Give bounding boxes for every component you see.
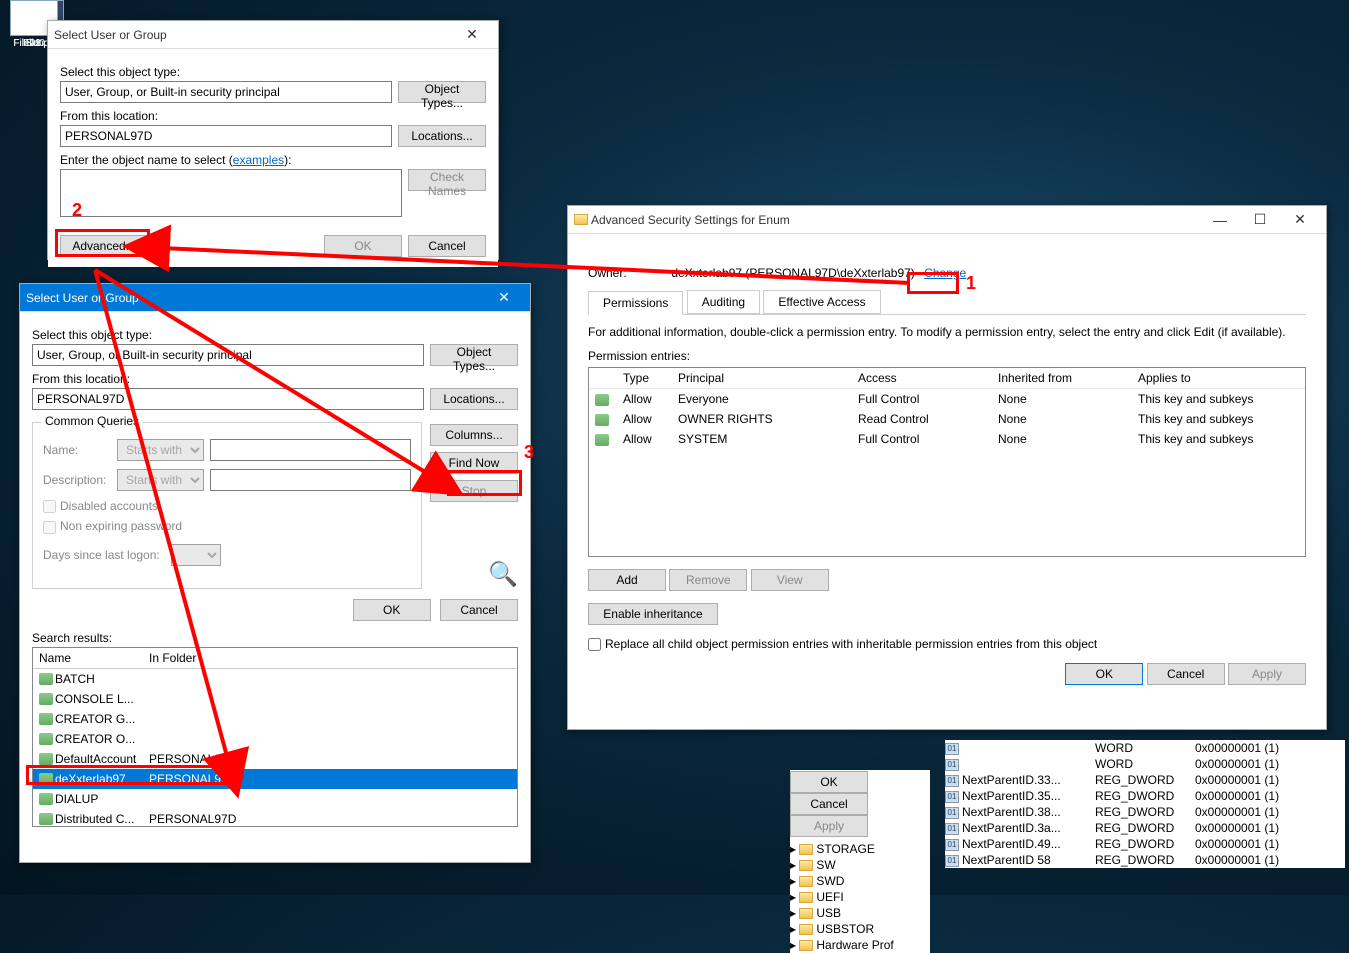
dialog-title: Select User or Group (26, 291, 484, 305)
object-name-input[interactable] (60, 169, 402, 217)
close-button[interactable]: ✕ (1280, 211, 1320, 228)
window-title: Advanced Security Settings for Enum (591, 213, 1200, 227)
name-input (210, 439, 411, 461)
name-match-select: Starts with (117, 439, 204, 461)
owner-value: deXxterlab97 (PERSONAL97D\deXxterlab97) (671, 266, 914, 280)
tree-item[interactable]: ▸ STORAGE (790, 841, 930, 857)
view-button: View (751, 569, 829, 591)
name-label: Name: (43, 443, 111, 457)
disabled-accounts-checkbox (43, 500, 56, 513)
locations-button[interactable]: Locations... (430, 388, 518, 410)
object-type-label: Select this object type: (32, 328, 518, 342)
examples-link[interactable]: examples (233, 153, 284, 167)
cancel-button[interactable]: Cancel (440, 599, 518, 621)
non-expiring-checkbox (43, 521, 56, 534)
entries-label: Permission entries: (588, 349, 1306, 363)
description-input (210, 469, 411, 491)
inner-apply: Apply (790, 815, 868, 837)
folder-icon (574, 214, 588, 225)
cancel-button[interactable]: Cancel (408, 235, 486, 257)
columns-button[interactable]: Columns... (430, 424, 518, 446)
object-types-button[interactable]: Object Types... (398, 81, 486, 103)
search-icon: 🔍 (430, 560, 518, 589)
tree-item[interactable]: ▸ UEFI (790, 889, 930, 905)
result-row[interactable]: CREATOR O... (33, 729, 517, 749)
remove-button: Remove (669, 569, 747, 591)
close-button[interactable]: ✕ (484, 289, 524, 306)
minimize-button[interactable]: — (1200, 212, 1240, 228)
replace-checkbox[interactable] (588, 638, 601, 651)
replace-label: Replace all child object permission entr… (605, 637, 1097, 651)
tree-item[interactable]: ▸ SWD (790, 873, 930, 889)
result-row-selected[interactable]: deXxterlab97PERSONAL97D (33, 769, 517, 789)
enable-inheritance-button[interactable]: Enable inheritance (588, 603, 718, 625)
tab-effective-access[interactable]: Effective Access (763, 290, 880, 314)
info-text: For additional information, double-click… (588, 325, 1306, 339)
location-field (32, 388, 424, 410)
registry-values: 01WORD0x00000001 (1) 01WORD0x00000001 (1… (945, 740, 1345, 868)
registry-tree[interactable]: OK Cancel Apply ▸ STORAGE ▸ SW ▸ SWD ▸ U… (790, 770, 930, 953)
select-user-dialog-advanced: Select User or Group ✕ Select this objec… (19, 283, 531, 863)
description-label: Description: (43, 473, 111, 487)
result-row[interactable]: DIALUP (33, 789, 517, 809)
tree-item[interactable]: ▸ SW (790, 857, 930, 873)
days-since-label: Days since last logon: (43, 548, 160, 562)
apply-button: Apply (1228, 663, 1306, 685)
permission-entries[interactable]: TypePrincipalAccessInherited fromApplies… (588, 367, 1306, 557)
days-since-select (171, 544, 221, 566)
perm-row[interactable]: AllowSYSTEMFull ControlNoneThis key and … (589, 429, 1305, 449)
tree-item[interactable]: ▸ USB (790, 905, 930, 921)
inner-cancel[interactable]: Cancel (790, 793, 868, 815)
advanced-security-window: Advanced Security Settings for Enum — ☐ … (567, 205, 1327, 730)
find-now-button[interactable]: Find Now (430, 452, 518, 474)
common-queries-label: Common Queries (41, 414, 143, 428)
desc-match-select: Starts with (117, 469, 204, 491)
enter-name-label: Enter the object name to select (example… (60, 153, 486, 167)
titlebar[interactable]: Advanced Security Settings for Enum — ☐ … (568, 206, 1326, 234)
change-owner-link[interactable]: Change (924, 266, 966, 280)
titlebar[interactable]: Select User or Group ✕ (20, 284, 530, 312)
result-row[interactable]: CONSOLE L... (33, 689, 517, 709)
ok-button[interactable]: OK (1065, 663, 1143, 685)
object-type-label: Select this object type: (60, 65, 486, 79)
object-type-field (32, 344, 424, 366)
check-names-button: Check Names (408, 169, 486, 191)
result-row[interactable]: CREATOR G... (33, 709, 517, 729)
result-row[interactable]: DefaultAccountPERSONAL97D (33, 749, 517, 769)
locations-button[interactable]: Locations... (398, 125, 486, 147)
reg-row: 01WORD0x00000001 (1) (945, 740, 1345, 756)
object-types-button[interactable]: Object Types... (430, 344, 518, 366)
tab-permissions[interactable]: Permissions (588, 291, 683, 315)
stop-button: Stop (430, 480, 518, 502)
inner-ok[interactable]: OK (790, 771, 868, 793)
dialog-title: Select User or Group (54, 28, 452, 42)
location-label: From this location: (32, 372, 518, 386)
perm-row[interactable]: AllowOWNER RIGHTSRead ControlNoneThis ke… (589, 409, 1305, 429)
object-type-field (60, 81, 392, 103)
tabs: Permissions Auditing Effective Access (588, 290, 1306, 315)
ok-button: OK (324, 235, 402, 257)
tree-item[interactable]: ▸ USBSTOR (790, 921, 930, 937)
close-button[interactable]: ✕ (452, 26, 492, 43)
result-row[interactable]: BATCH (33, 668, 517, 689)
add-button[interactable]: Add (588, 569, 666, 591)
result-row[interactable]: Distributed C...PERSONAL97D (33, 809, 517, 827)
ok-button[interactable]: OK (353, 599, 431, 621)
maximize-button[interactable]: ☐ (1240, 211, 1280, 228)
perm-row[interactable]: AllowEveryoneFull ControlNoneThis key an… (589, 389, 1305, 410)
select-user-dialog-small: Select User or Group ✕ Select this objec… (47, 20, 499, 260)
location-label: From this location: (60, 109, 486, 123)
search-results-label: Search results: (32, 631, 518, 645)
search-results-list[interactable]: NameIn Folder BATCH CONSOLE L... CREATOR… (32, 647, 518, 827)
advanced-button[interactable]: Advanced... (60, 235, 148, 257)
titlebar[interactable]: Select User or Group ✕ (48, 21, 498, 49)
cancel-button[interactable]: Cancel (1147, 663, 1225, 685)
tab-auditing[interactable]: Auditing (687, 290, 760, 314)
location-field (60, 125, 392, 147)
owner-label: Owner: (588, 266, 668, 280)
tree-item[interactable]: ▸ Hardware Prof (790, 937, 930, 953)
